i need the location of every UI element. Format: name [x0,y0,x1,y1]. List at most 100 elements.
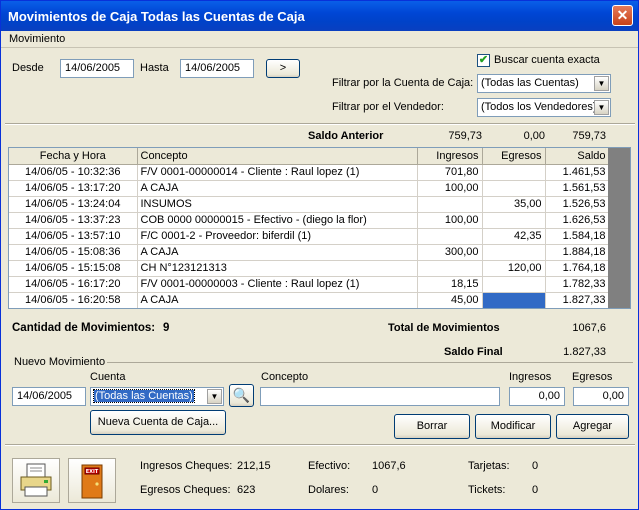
total-movimientos-value: 1067,6 [572,322,606,334]
cell-ingresos[interactable]: 300,00 [417,244,483,261]
table-row[interactable]: 14/06/05 - 13:57:10 F/C 0001-2 - Proveedo… [9,228,610,245]
desde-date-field[interactable]: 14/06/2005 [60,59,134,78]
cell-ingresos[interactable]: 45,00 [417,292,483,308]
cell-concepto[interactable]: A CAJA [137,180,418,197]
cell-egresos[interactable]: 120,00 [482,260,546,277]
hasta-date-field[interactable]: 14/06/2005 [180,59,254,78]
cell-saldo[interactable]: 1.782,33 [545,276,610,293]
cell-ingresos[interactable] [417,228,483,245]
print-button[interactable] [12,458,60,503]
chevron-down-icon[interactable]: ▼ [594,100,609,115]
cell-concepto[interactable]: A CAJA [137,292,418,308]
cell-fecha[interactable]: 14/06/05 - 16:20:58 [9,292,138,308]
column-header-egresos[interactable]: Egresos [482,148,546,165]
cell-fecha[interactable]: 14/06/05 - 15:08:36 [9,244,138,261]
cell-egresos[interactable] [482,292,546,308]
cell-fecha[interactable]: 14/06/05 - 10:32:36 [9,164,138,181]
exit-sign-text: EXIT [86,469,99,475]
table-row[interactable]: 14/06/05 - 15:08:36 A CAJA 300,00 1.884,18 [9,244,610,261]
column-header-concepto[interactable]: Concepto [137,148,418,165]
cell-concepto[interactable]: F/V 0001-00000014 - Cliente : Raul lopez… [137,164,418,181]
cantidad-label: Cantidad de Movimientos: [12,322,156,334]
chevron-down-icon[interactable]: ▼ [207,389,222,404]
cell-fecha[interactable]: 14/06/05 - 16:17:20 [9,276,138,293]
cell-saldo[interactable]: 1.626,53 [545,212,610,229]
cell-egresos[interactable]: 42,35 [482,228,546,245]
movements-table[interactable]: Fecha y Hora Concepto Ingresos Egresos S… [8,147,631,309]
chevron-down-icon[interactable]: ▼ [594,76,609,91]
nuevo-fecha-field[interactable]: 14/06/2005 [12,387,86,406]
cell-egresos[interactable]: 35,00 [482,196,546,213]
efectivo-label: Efectivo: [308,460,351,472]
vendedor-filter-select[interactable]: (Todos los Vendedores) ▼ [477,98,611,117]
vendedor-filter-label: Filtrar por el Vendedor: [332,101,444,113]
table-row[interactable]: 14/06/05 - 10:32:36 F/V 0001-00000014 - C… [9,164,610,181]
cell-concepto[interactable]: INSUMOS [137,196,418,213]
cell-saldo[interactable]: 1.561,53 [545,180,610,197]
egresos-cheques-value: 623 [237,484,256,496]
close-button[interactable]: ✕ [612,5,633,26]
cell-saldo[interactable]: 1.526,53 [545,196,610,213]
nuevo-concepto-field[interactable] [260,387,500,406]
table-row[interactable]: 14/06/05 - 15:15:08 CH N°123121313 120,00 1… [9,260,610,277]
search-button[interactable]: 🔍 [229,384,254,407]
cell-egresos[interactable] [482,180,546,197]
cuenta-filter-select[interactable]: (Todas las Cuentas) ▼ [477,74,611,93]
nuevo-ingresos-field[interactable]: 0,00 [509,387,565,406]
tarjetas-label: Tarjetas: [468,460,510,472]
column-header-saldo[interactable]: Saldo [545,148,610,165]
divider [5,123,635,125]
divider [5,444,635,446]
cell-saldo[interactable]: 1.884,18 [545,244,610,261]
cell-egresos[interactable] [482,244,546,261]
table-row[interactable]: 14/06/05 - 13:24:04 INSUMOS 35,00 1.526,53 [9,196,610,213]
cell-ingresos[interactable]: 701,80 [417,164,483,181]
cell-saldo[interactable]: 1.827,33 [545,292,610,308]
cell-concepto[interactable]: CH N°123121313 [137,260,418,277]
modificar-button[interactable]: Modificar [475,414,551,439]
cell-fecha[interactable]: 14/06/05 - 13:17:20 [9,180,138,197]
nuevo-cuenta-label: Cuenta [90,371,126,383]
column-header-ingresos[interactable]: Ingresos [417,148,483,165]
cell-fecha[interactable]: 14/06/05 - 13:57:10 [9,228,138,245]
cell-concepto[interactable]: COB 0000 00000015 - Efectivo - (diego la… [137,212,418,229]
cell-egresos[interactable] [482,276,546,293]
ingresos-cheques-label: Ingresos Cheques: [140,460,233,472]
buscar-exacta-checkbox[interactable]: ✔ [477,54,490,67]
table-row[interactable]: 14/06/05 - 16:20:58 A CAJA 45,00 1.827,33 [9,292,610,308]
borrar-button[interactable]: Borrar [394,414,470,439]
cell-concepto[interactable]: F/V 0001-00000003 - Cliente : Raul lopez… [137,276,418,293]
apply-filter-button[interactable]: > [266,59,300,78]
cell-ingresos[interactable]: 100,00 [417,180,483,197]
efectivo-value: 1067,6 [372,460,406,472]
agregar-button[interactable]: Agregar [556,414,629,439]
cuenta-filter-value: (Todas las Cuentas) [481,77,579,89]
cell-ingresos[interactable]: 18,15 [417,276,483,293]
table-row[interactable]: 14/06/05 - 16:17:20 F/V 0001-00000003 - C… [9,276,610,293]
cell-saldo[interactable]: 1.764,18 [545,260,610,277]
cell-ingresos[interactable] [417,196,483,213]
tickets-value: 0 [532,484,539,496]
cell-ingresos[interactable] [417,260,483,277]
cell-concepto[interactable]: A CAJA [137,244,418,261]
dolares-value: 0 [372,484,379,496]
cell-concepto[interactable]: F/C 0001-2 - Proveedor: biferdil (1) [137,228,418,245]
nuevo-egresos-field[interactable]: 0,00 [573,387,629,406]
exit-button[interactable]: EXIT [68,458,116,503]
saldo-anterior-egresos: 0,00 [523,130,545,142]
cell-saldo[interactable]: 1.584,18 [545,228,610,245]
nueva-cuenta-button[interactable]: Nueva Cuenta de Caja... [90,410,226,435]
cell-saldo[interactable]: 1.461,53 [545,164,610,181]
table-row[interactable]: 14/06/05 - 13:37:23 COB 0000 00000015 - E… [9,212,610,229]
cell-ingresos[interactable]: 100,00 [417,212,483,229]
column-header-fecha[interactable]: Fecha y Hora [9,148,138,165]
cell-fecha[interactable]: 14/06/05 - 15:15:08 [9,260,138,277]
nuevo-cuenta-select[interactable]: (Todas las Cuentas) ▼ [90,387,224,406]
cell-fecha[interactable]: 14/06/05 - 13:24:04 [9,196,138,213]
cell-egresos[interactable] [482,212,546,229]
cell-egresos[interactable] [482,164,546,181]
table-row[interactable]: 14/06/05 - 13:17:20 A CAJA 100,00 1.561,53 [9,180,610,197]
menu-movimiento[interactable]: Movimiento [9,33,65,45]
window-title: Movimientos de Caja Todas las Cuentas de… [8,9,305,24]
cell-fecha[interactable]: 14/06/05 - 13:37:23 [9,212,138,229]
